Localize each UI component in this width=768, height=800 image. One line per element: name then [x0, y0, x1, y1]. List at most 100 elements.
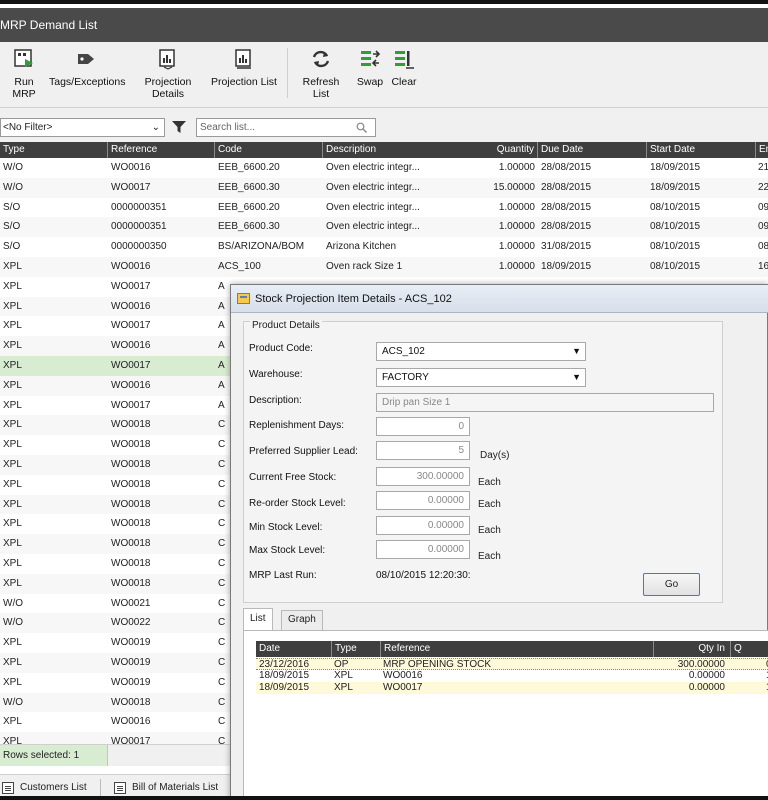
swap-button[interactable]: Swap [354, 48, 386, 98]
free-stock-field[interactable]: 300.00000 [376, 467, 470, 486]
tab-list[interactable]: List [243, 608, 273, 630]
bill-of-materials-list-tab[interactable]: Bill of Materials List [112, 779, 219, 796]
column-header-q[interactable]: Q [730, 641, 768, 657]
list-item[interactable]: 18/09/2015XPLWO00170.0000015 [256, 682, 768, 694]
table-row[interactable]: S/O 0000000350 BS/ARIZONA/BOM Arizona Kitch… [0, 237, 768, 257]
column-header-qty-in[interactable]: Qty In [653, 641, 729, 657]
reorder-level-field[interactable]: 0.00000 [376, 491, 470, 510]
list-tab-panel: Date Type Reference Qty In Q 23/12/2016 O… [243, 630, 768, 796]
max-stock-label: Max Stock Level: [249, 545, 326, 556]
product-code-value: ACS_102 [382, 346, 425, 357]
clear-icon [395, 51, 414, 69]
clear-button[interactable]: Clear [389, 48, 419, 98]
cell-type: S/O [3, 221, 21, 233]
dialog-titlebar: Stock Projection Item Details - ACS_102 [231, 285, 768, 313]
description-field[interactable]: Drip pan Size 1 [376, 393, 714, 412]
column-header-description[interactable]: Description [322, 142, 430, 158]
run-mrp-button[interactable]: Run MRP [2, 48, 46, 100]
cell-type: XPL [3, 300, 22, 312]
cell-date: 18/09/2015 [259, 682, 310, 693]
cell-reference: 0000000351 [111, 201, 167, 213]
table-row[interactable]: XPL WO0016 ACS_100 Oven rack Size 1 1.00000 1… [0, 257, 768, 277]
cell-type: W/O [3, 617, 23, 629]
cell-due-date: 28/08/2015 [541, 181, 592, 193]
cell-reference: WO0018 [111, 518, 151, 530]
clear-label: Clear [391, 76, 417, 88]
cell-reference: WO0021 [111, 597, 151, 609]
swap-icon [361, 50, 381, 67]
filter-selected-value: <No Filter> [3, 122, 53, 133]
cell-reference: WO0016 [111, 716, 151, 728]
cell-start-date: 08/10/2015 [650, 261, 701, 272]
cell-reference: WO0018 [111, 419, 151, 431]
min-stock-field[interactable]: 0.00000 [376, 516, 470, 535]
cell-start-date: 08/10/2015 [650, 221, 701, 233]
filter-dropdown[interactable]: <No Filter> ⌄ [0, 118, 165, 137]
refresh-list-label: Refresh List [302, 76, 340, 100]
column-header-end[interactable]: En [755, 142, 768, 158]
min-stock-unit: Each [478, 525, 501, 536]
warehouse-select[interactable]: FACTORY ▼ [376, 368, 586, 387]
max-stock-field[interactable]: 0.00000 [376, 540, 470, 559]
cell-type: W/O [3, 181, 23, 193]
cell-end: 08 [758, 241, 768, 253]
table-row[interactable]: W/O WO0016 EEB_6600.20 Oven electric integr… [0, 158, 768, 178]
cell-reference: WO0016 [111, 261, 151, 272]
cell-reference: WO0016 [111, 300, 151, 312]
cell-type: XPL [3, 478, 22, 490]
tags-exceptions-button[interactable]: Tags/Exceptions [49, 48, 125, 98]
column-header-reference[interactable]: Reference [107, 142, 213, 158]
tab-graph[interactable]: Graph [281, 610, 323, 630]
bill-of-materials-label: Bill of Materials List [132, 782, 219, 793]
customers-list-tab[interactable]: Customers List [0, 779, 87, 796]
days-unit: Day(s) [480, 450, 510, 461]
cell-due-date: 31/08/2015 [541, 241, 592, 253]
table-row[interactable]: S/O 0000000351 EEB_6600.20 Oven electric in… [0, 198, 768, 218]
list-item[interactable]: 23/12/2016OPMRP OPENING STOCK300.000000 [256, 658, 768, 670]
cell-reference: WO0018 [111, 558, 151, 569]
cell-code: ACS_100 [218, 261, 261, 272]
column-header-reference[interactable]: Reference [380, 641, 652, 657]
cell-type: XPL [3, 320, 22, 332]
column-header-start-date[interactable]: Start Date [646, 142, 754, 158]
supplier-lead-field[interactable]: 5 [376, 441, 470, 460]
go-button[interactable]: Go [643, 573, 700, 596]
projection-list-button[interactable]: Projection List [211, 48, 277, 98]
cell-start-date: 08/10/2015 [650, 241, 701, 253]
list-item[interactable]: 18/09/2015XPLWO00160.000001 [256, 670, 768, 682]
filter-funnel-icon[interactable] [172, 120, 186, 134]
search-input[interactable]: Search list... [196, 118, 376, 137]
projection-details-button[interactable]: Projection Details [128, 48, 208, 100]
column-header-quantity[interactable]: Quantity [431, 142, 537, 158]
ribbon-separator [287, 48, 288, 98]
replenishment-days-field[interactable]: 0 [376, 417, 470, 436]
cell-reference: WO0019 [111, 657, 151, 668]
table-row[interactable]: W/O WO0017 EEB_6600.30 Oven electric integr… [0, 177, 768, 198]
cell-code: EEB_6600.30 [218, 221, 280, 233]
column-header-code[interactable]: Code [214, 142, 321, 158]
cell-type: XPL [3, 379, 22, 391]
column-header-type[interactable]: Type [331, 641, 379, 657]
cell-due-date: 28/08/2015 [541, 221, 592, 233]
cell-type: XPL [3, 261, 22, 272]
customers-list-label: Customers List [20, 782, 87, 793]
cell-type: XPL [3, 577, 22, 589]
cell-qty-in: 0.00000 [688, 682, 725, 693]
cell-end: 09 [758, 221, 768, 233]
projection-grid-header: Date Type Reference Qty In Q [256, 641, 768, 657]
column-header-type[interactable]: Type [0, 142, 106, 158]
column-header-date[interactable]: Date [256, 641, 330, 657]
tag-icon [78, 54, 94, 64]
cell-due-date: 18/09/2015 [541, 261, 592, 272]
cell-reference: 0000000351 [111, 221, 167, 233]
cell-end: 09 [758, 201, 768, 213]
table-row[interactable]: S/O 0000000351 EEB_6600.30 Oven electric in… [0, 217, 768, 238]
cell-end: 16 [758, 261, 768, 272]
run-mrp-icon [14, 49, 33, 67]
cell-type: XPL [3, 459, 22, 470]
cell-reference: WO0018 [111, 439, 151, 451]
cell-type: XPL [3, 419, 22, 431]
column-header-due-date[interactable]: Due Date [537, 142, 645, 158]
product-code-select[interactable]: ACS_102 ▼ [376, 342, 586, 361]
refresh-list-button[interactable]: Refresh List [293, 48, 349, 100]
